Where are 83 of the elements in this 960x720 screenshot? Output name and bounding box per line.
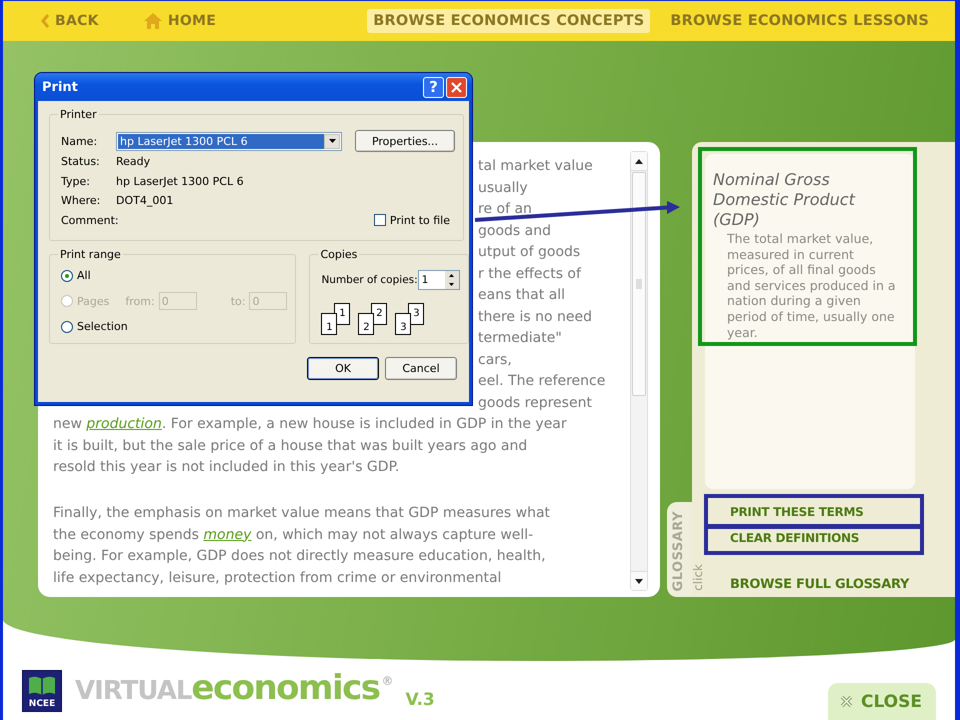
properties-button[interactable]: Properties... (355, 130, 455, 152)
down-arrow-icon[interactable] (449, 283, 454, 286)
article-text-line: there is no need (478, 308, 592, 326)
glossary-action-link[interactable]: CLEAR DEFINITIONS (730, 531, 860, 546)
field-label: Type: (61, 174, 91, 188)
logo-wordmark: VIRTUALeconomics$^{®}$ (75, 667, 394, 710)
close-icon (451, 82, 462, 92)
article-text-line: tal market value (478, 157, 593, 176)
scrollbar[interactable] (630, 151, 648, 591)
input-field[interactable]: 0 (158, 292, 197, 310)
page-sheet: 1 (334, 303, 350, 325)
term-title: Nominal Gross Domestic Product (GDP) (713, 170, 856, 230)
input-field[interactable]: 0 (249, 292, 288, 310)
back-link[interactable]: BACK (41, 13, 99, 29)
dialog-title: Print (42, 80, 78, 94)
article-text-line: life expectancy, leisure, protection from crime or environmental (53, 568, 502, 588)
article-text-line: re of an (478, 200, 532, 219)
article-text-line: being. For example, GDP does not directly measure education, health, (53, 547, 546, 566)
article-text-line: termediate" (478, 329, 562, 348)
down-arrow-icon[interactable] (635, 578, 643, 584)
checkbox-label: Print to file (390, 214, 450, 227)
field-label: Where: (61, 194, 102, 208)
help-button[interactable]: ? (423, 76, 444, 98)
version-label: V.3 (406, 690, 435, 710)
article-text-line: eans that all (478, 286, 566, 305)
field-value: Ready (116, 155, 150, 168)
house-icon (142, 12, 163, 30)
field-label: Comment: (61, 214, 116, 227)
page-sheet: 1 (321, 313, 338, 335)
glossary-action-link[interactable]: PRINT THESE TERMS (730, 505, 864, 520)
page-sheet: 3 (408, 303, 424, 325)
article-text-line: resold this year is not included in this year's GDP. (53, 458, 400, 477)
article-text-line: cars, (478, 350, 512, 370)
radio-label: Selection (77, 320, 128, 334)
book-icon (27, 674, 57, 696)
field-label: from: (125, 294, 155, 308)
article-text-line: the economy spends money on, which may not always capture well- (53, 526, 534, 544)
article-text-line: goods and (478, 222, 551, 240)
badge-text: NCEE (28, 699, 56, 709)
grip-icon[interactable] (635, 279, 643, 289)
article-text-line: new production. For example, a new house is included in GDP in the year (53, 415, 567, 434)
page-sheet: 3 (395, 313, 412, 335)
checkbox[interactable] (374, 214, 386, 226)
field-value: hp LaserJet 1300 PCL 6 (116, 174, 244, 188)
browse-glossary-link[interactable]: BROWSE FULL GLOSSARY (705, 577, 910, 592)
page-sheet: 2 (371, 303, 388, 325)
glossary-link[interactable]: money (203, 526, 252, 542)
article-text-line: usually (478, 178, 528, 198)
article-text-line: r the effects of (478, 264, 581, 284)
up-arrow-icon[interactable] (449, 274, 454, 277)
page-sheet: 2 (358, 313, 374, 335)
printer-dropdown[interactable]: hp LaserJet 1300 PCL 6 (116, 132, 342, 150)
close-button[interactable] (446, 76, 467, 98)
article-text-line: goods represent (478, 394, 592, 412)
article-text-line: eel. The reference (478, 372, 606, 391)
article-text-line: Finally, the emphasis on market value means that GDP measures what (53, 504, 550, 523)
nav-tab[interactable]: BROWSE ECONOMICS CONCEPTS (367, 9, 650, 33)
article-text-line: utput of goods (478, 243, 580, 262)
tab-hint: click (691, 564, 705, 591)
chevron-icon (41, 14, 50, 28)
article-text-line: it is built, but the sale price of a house that was built years ago and (53, 436, 528, 456)
dialog-button[interactable]: OK (307, 357, 379, 380)
glossary-link[interactable]: production (86, 416, 162, 432)
dialog-button[interactable]: Cancel (385, 357, 457, 380)
copies-spinner[interactable]: 1 (418, 270, 460, 290)
group-label: Printer (59, 108, 98, 121)
radio-label: Pages (77, 294, 110, 308)
term-definition: The total market value, measured in current prices, of all final goods and services produced in a nation during a given period of time, usually one year. (727, 231, 897, 340)
home-link[interactable]: HOME (142, 12, 216, 30)
radio-label: All (77, 269, 91, 282)
radio-button[interactable] (61, 320, 73, 333)
group-label: Print range (59, 248, 122, 261)
nav-tab[interactable]: BROWSE ECONOMICS LESSONS (664, 9, 935, 33)
up-arrow-icon[interactable] (635, 158, 643, 164)
group-label: Copies (319, 248, 358, 261)
field-value: DOT4_001 (116, 194, 174, 208)
close-button[interactable]: CLOSE (828, 683, 936, 720)
field-label: to: (230, 294, 246, 308)
field-label: Number of copies: (321, 274, 418, 286)
field-label: Name: (61, 134, 98, 148)
radio-button[interactable] (61, 270, 73, 282)
close-icon (840, 695, 853, 708)
field-label: Status: (61, 155, 101, 168)
